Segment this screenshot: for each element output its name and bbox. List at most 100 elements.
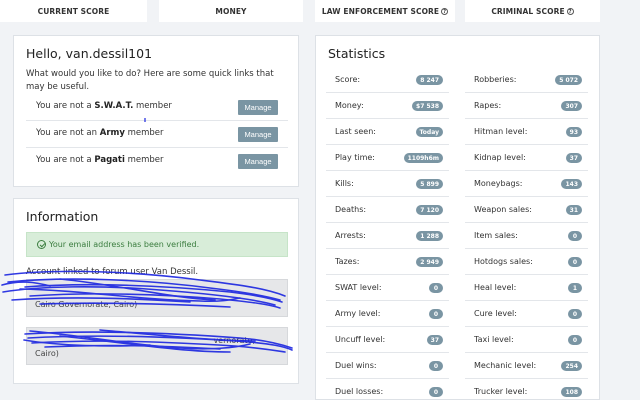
stat-row: Kidnap level: 37 bbox=[465, 145, 588, 171]
stat-row: Heal level: 1 bbox=[465, 275, 588, 301]
stat-row: Duel wins: 0 bbox=[326, 353, 449, 379]
information-title: Information bbox=[26, 209, 99, 224]
check-circle-icon bbox=[37, 240, 46, 249]
stat-value-badge: 37 bbox=[565, 153, 582, 163]
membership-row-army: You are not an Army member Manage bbox=[26, 121, 288, 148]
stat-label: Rapes: bbox=[474, 101, 502, 110]
stat-value-badge: 7 120 bbox=[416, 205, 443, 215]
stat-value-badge: 93 bbox=[565, 127, 582, 137]
stat-row: Weapon sales: 31 bbox=[465, 197, 588, 223]
stat-label: Tazes: bbox=[335, 257, 360, 266]
stat-value-badge: 0 bbox=[568, 309, 582, 319]
stat-label: Arrests: bbox=[335, 231, 366, 240]
stat-row: SWAT level: 0 bbox=[326, 275, 449, 301]
stat-value-badge: 0 bbox=[568, 257, 582, 267]
criminal-score-header: CRIMINAL SCORE ? bbox=[465, 0, 600, 22]
stat-row: Taxi level: 0 bbox=[465, 327, 588, 353]
stat-row: Item sales: 0 bbox=[465, 223, 588, 249]
stat-label: Hitman level: bbox=[474, 127, 528, 136]
law-enforcement-score-header: LAW ENFORCEMENT SCORE ? bbox=[315, 0, 455, 22]
stat-row: Rapes: 307 bbox=[465, 93, 588, 119]
welcome-card: Hello, van.dessil101 What would you like… bbox=[13, 35, 299, 187]
stat-row: Last seen: Today bbox=[326, 119, 449, 145]
manage-pagati-button[interactable]: Manage bbox=[238, 154, 278, 169]
stat-value-badge: 0 bbox=[429, 309, 443, 319]
stat-label: Army level: bbox=[335, 309, 381, 318]
stat-label: Duel losses: bbox=[335, 387, 384, 396]
stat-row: Kills: 5 899 bbox=[326, 171, 449, 197]
stat-label: Robberies: bbox=[474, 75, 517, 84]
manage-swat-button[interactable]: Manage bbox=[238, 100, 278, 115]
stat-label: Item sales: bbox=[474, 231, 518, 240]
stat-row: Arrests: 1 288 bbox=[326, 223, 449, 249]
stat-row: Uncuff level: 37 bbox=[326, 327, 449, 353]
stat-value-badge: 0 bbox=[429, 283, 443, 293]
stat-value-badge: 5 899 bbox=[416, 179, 443, 189]
stat-label: Mechanic level: bbox=[474, 361, 537, 370]
stat-value-badge: 307 bbox=[561, 101, 582, 111]
stat-value-badge: 2 949 bbox=[416, 257, 443, 267]
stat-row: Money: $7 538 bbox=[326, 93, 449, 119]
stat-value-badge: 1 bbox=[568, 283, 582, 293]
welcome-text: What would you like to do? Here are some… bbox=[26, 69, 274, 92]
stat-label: Kidnap level: bbox=[474, 153, 526, 162]
membership-text: You are not a S.W.A.T. member bbox=[36, 101, 172, 111]
stat-label: Deaths: bbox=[335, 205, 367, 214]
membership-text: You are not a Pagati member bbox=[36, 155, 164, 165]
email-verified-alert: Your email address has been verified. bbox=[26, 232, 288, 257]
membership-row-swat: You are not a S.W.A.T. member Manage bbox=[26, 94, 288, 121]
stat-row: Hitman level: 93 bbox=[465, 119, 588, 145]
money-header: MONEY bbox=[159, 0, 303, 22]
stat-label: Weapon sales: bbox=[474, 205, 532, 214]
stat-label: Moneybags: bbox=[474, 179, 523, 188]
ip-location-text-1: Cairo Governorate, Cairo) bbox=[35, 300, 138, 309]
stat-value-badge: 1 288 bbox=[416, 231, 443, 241]
law-enforcement-score-label: LAW ENFORCEMENT SCORE bbox=[321, 6, 440, 16]
statistics-title: Statistics bbox=[328, 46, 386, 61]
stat-value-badge: 143 bbox=[561, 179, 582, 189]
stat-row: Play time: 1109h6m bbox=[326, 145, 449, 171]
information-card: Information Your email address has been … bbox=[13, 198, 299, 384]
stat-label: Kills: bbox=[335, 179, 354, 188]
stat-value-badge: 1109h6m bbox=[403, 153, 443, 163]
manage-army-button[interactable]: Manage bbox=[238, 127, 278, 142]
money-label: MONEY bbox=[215, 6, 247, 16]
stat-label: SWAT level: bbox=[335, 283, 382, 292]
stat-value-badge: 0 bbox=[429, 387, 443, 397]
stat-label: Trucker level: bbox=[474, 387, 528, 396]
stat-row: Duel losses: 0 bbox=[326, 379, 449, 400]
stat-value-badge: Today bbox=[415, 127, 443, 137]
stat-row: Mechanic level: 254 bbox=[465, 353, 588, 379]
current-score-label: CURRENT SCORE bbox=[37, 6, 110, 16]
stat-row: Deaths: 7 120 bbox=[326, 197, 449, 223]
help-icon[interactable]: ? bbox=[566, 7, 574, 15]
criminal-score-label: CRIMINAL SCORE bbox=[491, 6, 565, 16]
stat-value-badge: 31 bbox=[565, 205, 582, 215]
membership-text: You are not an Army member bbox=[36, 128, 164, 138]
ip-location-box-1: Cairo Governorate, Cairo) bbox=[26, 279, 288, 317]
forum-link-text: Account linked to forum user Van Dessil. bbox=[26, 267, 199, 277]
ip-location-text-2: Cairo) bbox=[35, 349, 59, 358]
stat-label: Score: bbox=[335, 75, 361, 84]
stat-row: Hotdogs sales: 0 bbox=[465, 249, 588, 275]
stat-label: Duel wins: bbox=[335, 361, 377, 370]
stat-row: Tazes: 2 949 bbox=[326, 249, 449, 275]
stat-row: Army level: 0 bbox=[326, 301, 449, 327]
stat-row: Score: 8 247 bbox=[326, 67, 449, 93]
ip-location-tail: vernorate, bbox=[213, 336, 255, 345]
stat-value-badge: 37 bbox=[426, 335, 443, 345]
help-icon[interactable]: ? bbox=[441, 7, 449, 15]
stat-label: Cure level: bbox=[474, 309, 517, 318]
stat-value-badge: 0 bbox=[568, 231, 582, 241]
stat-value-badge: 0 bbox=[568, 335, 582, 345]
statistics-card: Statistics Score: 8 247 Money: $7 538 Last s… bbox=[315, 35, 600, 400]
stat-row: Cure level: 0 bbox=[465, 301, 588, 327]
stat-label: Last seen: bbox=[335, 127, 376, 136]
email-verified-text: Your email address has been verified. bbox=[49, 240, 200, 249]
score-topbar: CURRENT SCORE MONEY LAW ENFORCEMENT SCOR… bbox=[0, 0, 640, 22]
stat-label: Play time: bbox=[335, 153, 375, 162]
stat-label: Hotdogs sales: bbox=[474, 257, 533, 266]
membership-row-pagati: You are not a Pagati member Manage bbox=[26, 148, 288, 175]
stat-label: Heal level: bbox=[474, 283, 517, 292]
stat-label: Uncuff level: bbox=[335, 335, 386, 344]
